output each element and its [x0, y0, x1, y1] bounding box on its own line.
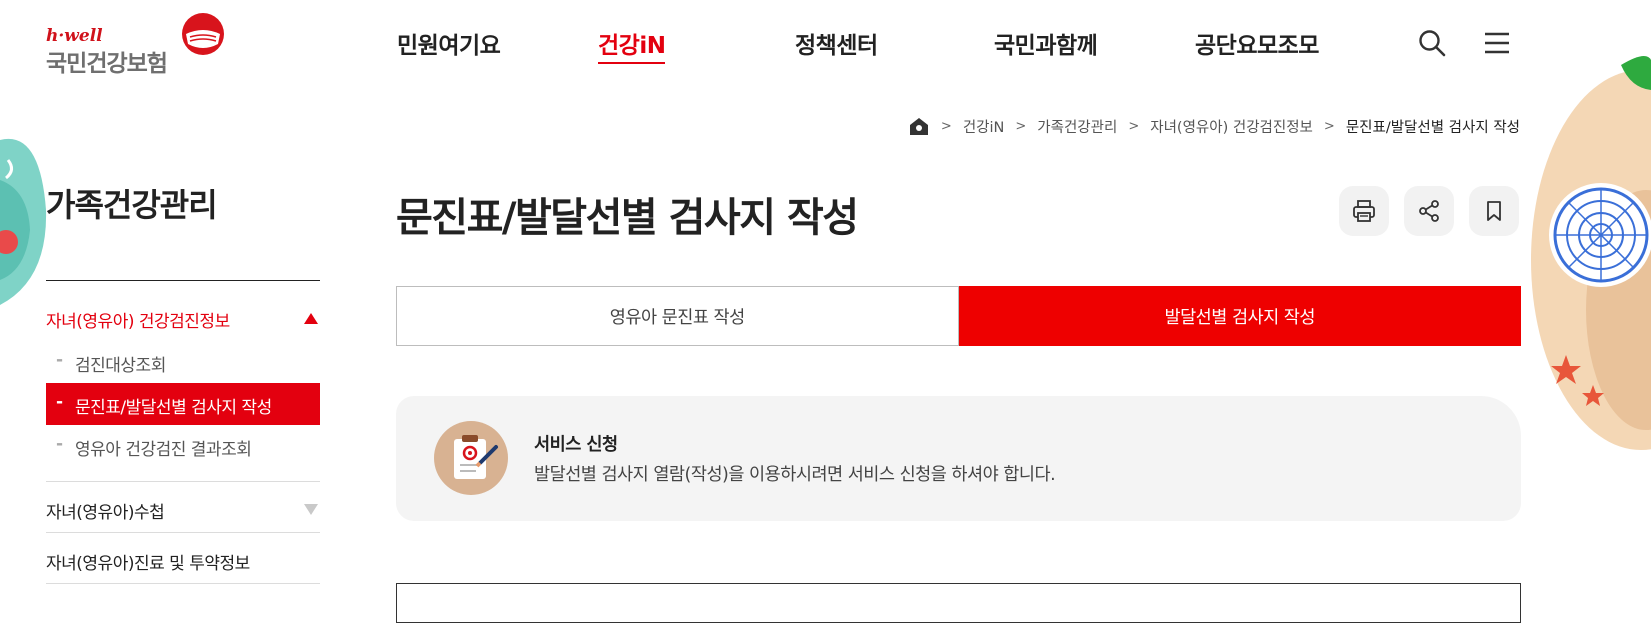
breadcrumb-separator: > — [1128, 118, 1140, 134]
decorative-illustration-right — [1531, 56, 1651, 450]
clipboard-pen-icon — [434, 421, 508, 495]
sidebar-group-label: 자녀(영유아) 건강검진정보 — [46, 312, 230, 332]
share-button[interactable] — [1404, 186, 1454, 236]
service-request-notice: 서비스 신청 발달선별 검사지 열람(작성)을 이용하시려면 서비스 신청을 하… — [396, 396, 1521, 521]
sidebar-group-infant-treatment[interactable]: 자녀(영유아)진료 및 투약정보 — [46, 549, 320, 574]
sidebar-subitem-target-lookup[interactable]: - 검진대상조회 — [46, 341, 320, 383]
bookmark-icon — [1487, 201, 1501, 221]
breadcrumb: > 건강iN > 가족건강관리 > 자녀(영유아) 건강검진정보 > 문진표/발… — [908, 115, 1520, 137]
logo-brand-name: 국민건강보험 — [46, 51, 168, 77]
bookmark-button[interactable] — [1469, 186, 1519, 236]
dash-icon: - — [56, 350, 63, 370]
breadcrumb-link-family-health[interactable]: 가족건강관리 — [1037, 116, 1117, 137]
sidebar-divider — [46, 532, 320, 533]
logo-hwell-text: h·well — [46, 26, 103, 46]
share-icon — [1419, 200, 1439, 222]
dash-icon: - — [56, 434, 63, 454]
gnb-item-policy-center[interactable]: 정책센터 — [795, 26, 878, 60]
site-logo[interactable]: h·well 국민건강보험 — [46, 12, 226, 77]
tab-bar: 영유아 문진표 작성 발달선별 검사지 작성 — [396, 286, 1521, 346]
breadcrumb-separator: > — [1015, 118, 1027, 134]
breadcrumb-link-health-in[interactable]: 건강iN — [963, 116, 1005, 137]
gnb-item-with-citizens[interactable]: 국민과함께 — [994, 26, 1098, 60]
decorative-illustration-left — [0, 138, 47, 305]
print-button[interactable] — [1339, 186, 1389, 236]
sidebar-group-infant-checkup[interactable]: 자녀(영유아) 건강검진정보 — [46, 307, 320, 332]
sidebar-subitem-results[interactable]: - 영유아 건강검진 결과조회 — [46, 425, 320, 467]
notice-description: 발달선별 검사지 열람(작성)을 이용하시려면 서비스 신청을 하셔야 합니다. — [534, 465, 1056, 485]
sidebar-divider — [46, 280, 320, 281]
sidebar-divider — [46, 481, 320, 482]
sidebar-subitem-label: 영유아 건강검진 결과조회 — [75, 440, 252, 460]
print-icon — [1353, 200, 1375, 222]
sidebar-group-label: 자녀(영유아)수첩 — [46, 503, 165, 523]
gnb-item-about-nhis[interactable]: 공단요모조모 — [1195, 26, 1319, 60]
home-icon[interactable] — [908, 115, 930, 137]
dash-icon: - — [56, 392, 63, 412]
gnb-item-minwon[interactable]: 민원여기요 — [397, 26, 501, 60]
sidebar-title: 가족건강관리 — [46, 186, 218, 224]
search-icon[interactable] — [1417, 28, 1447, 58]
notice-title: 서비스 신청 — [534, 435, 618, 455]
chevron-up-icon — [304, 313, 318, 324]
breadcrumb-separator: > — [1323, 118, 1335, 134]
sidebar-subitem-label: 문진표/발달선별 검사지 작성 — [75, 398, 272, 418]
gnb-item-health-in[interactable]: 건강iN — [598, 26, 666, 64]
sidebar-subitem-questionnaire[interactable]: - 문진표/발달선별 검사지 작성 — [46, 383, 320, 425]
logo-mask-icon — [182, 13, 224, 55]
tab-development-screening[interactable]: 발달선별 검사지 작성 — [958, 286, 1521, 346]
breadcrumb-separator: > — [940, 118, 952, 134]
breadcrumb-link-infant-checkup[interactable]: 자녀(영유아) 건강검진정보 — [1150, 116, 1313, 137]
page-title: 문진표/발달선별 검사지 작성 — [396, 195, 859, 241]
hamburger-menu-icon[interactable] — [1482, 28, 1512, 58]
breadcrumb-current: 문진표/발달선별 검사지 작성 — [1345, 119, 1520, 136]
chevron-down-icon — [304, 504, 318, 515]
content-box — [396, 583, 1521, 623]
tab-infant-questionnaire[interactable]: 영유아 문진표 작성 — [396, 286, 959, 346]
sidebar-subitem-label: 검진대상조회 — [75, 356, 166, 376]
sidebar-group-infant-handbook[interactable]: 자녀(영유아)수첩 — [46, 498, 320, 523]
sidebar-group-label: 자녀(영유아)진료 및 투약정보 — [46, 554, 250, 574]
sidebar-divider — [46, 583, 320, 584]
